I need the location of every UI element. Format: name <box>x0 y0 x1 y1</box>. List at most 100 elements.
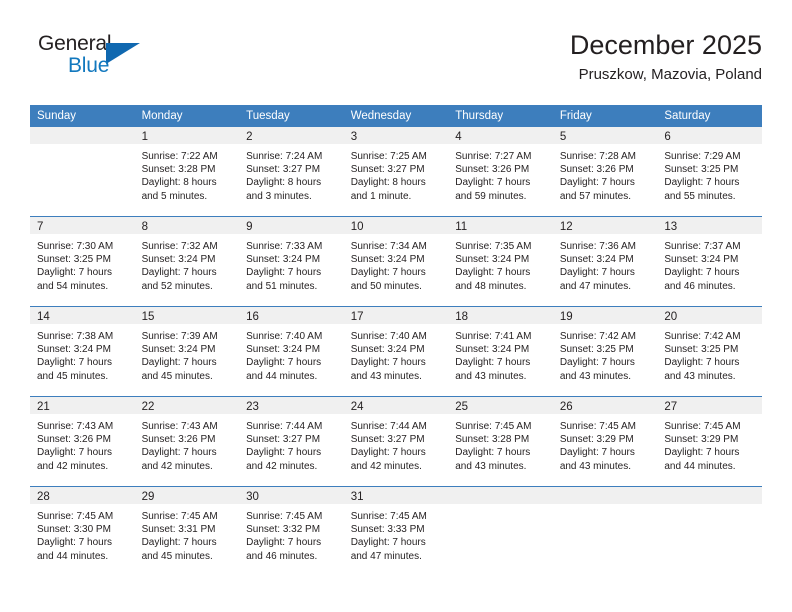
day-cell[interactable]: 4 Sunrise: 7:27 AM Sunset: 3:26 PM Dayli… <box>448 127 553 217</box>
day-details: Sunrise: 7:33 AM Sunset: 3:24 PM Dayligh… <box>239 234 344 293</box>
day-details: Sunrise: 7:27 AM Sunset: 3:26 PM Dayligh… <box>448 144 553 203</box>
day-details: Sunrise: 7:35 AM Sunset: 3:24 PM Dayligh… <box>448 234 553 293</box>
day-cell[interactable]: 24 Sunrise: 7:44 AM Sunset: 3:27 PM Dayl… <box>343 396 449 487</box>
day-cell[interactable]: 25 Sunrise: 7:45 AM Sunset: 3:28 PM Dayl… <box>448 396 553 487</box>
daylight-text-line2: and 43 minutes. <box>455 370 527 382</box>
sunrise-text: Sunrise: 7:24 AM <box>246 151 323 162</box>
weekday-header-thursday: Thursday <box>448 105 553 127</box>
daylight-text-line1: Daylight: 7 hours <box>141 357 217 369</box>
daylight-text-line2: and 45 minutes. <box>141 370 213 382</box>
day-cell[interactable]: 27 Sunrise: 7:45 AM Sunset: 3:29 PM Dayl… <box>657 396 762 487</box>
sunrise-text: Sunrise: 7:45 AM <box>350 511 427 522</box>
day-cell[interactable]: 5 Sunrise: 7:28 AM Sunset: 3:26 PM Dayli… <box>552 127 658 217</box>
day-number: 9 <box>239 217 344 234</box>
day-cell[interactable] <box>30 127 135 217</box>
day-number: 12 <box>552 217 658 234</box>
day-cell[interactable]: 16 Sunrise: 7:40 AM Sunset: 3:24 PM Dayl… <box>239 306 344 397</box>
daylight-text-line2: and 46 minutes. <box>664 280 736 292</box>
daylight-text-line1: Daylight: 7 hours <box>664 357 740 369</box>
logo-text-blue: Blue <box>68 54 110 77</box>
day-cell[interactable]: 10 Sunrise: 7:34 AM Sunset: 3:24 PM Dayl… <box>343 216 449 307</box>
day-details: Sunrise: 7:22 AM Sunset: 3:28 PM Dayligh… <box>135 144 240 203</box>
day-number <box>448 487 553 504</box>
day-number <box>657 487 762 504</box>
day-cell[interactable]: 6 Sunrise: 7:29 AM Sunset: 3:25 PM Dayli… <box>657 127 762 217</box>
day-number: 19 <box>552 307 658 324</box>
day-cell[interactable]: 28 Sunrise: 7:45 AM Sunset: 3:30 PM Dayl… <box>30 486 135 576</box>
sunrise-text: Sunrise: 7:40 AM <box>350 331 427 342</box>
day-cell[interactable]: 30 Sunrise: 7:45 AM Sunset: 3:32 PM Dayl… <box>239 486 344 576</box>
day-number: 11 <box>448 217 553 234</box>
day-number: 4 <box>448 127 553 144</box>
day-cell[interactable]: 20 Sunrise: 7:42 AM Sunset: 3:25 PM Dayl… <box>657 306 762 397</box>
day-number: 2 <box>239 127 344 144</box>
daylight-text-line1: Daylight: 8 hours <box>350 177 426 189</box>
daylight-text-line1: Daylight: 7 hours <box>559 447 635 459</box>
day-cell[interactable]: 26 Sunrise: 7:45 AM Sunset: 3:29 PM Dayl… <box>552 396 658 487</box>
day-cell[interactable]: 21 Sunrise: 7:43 AM Sunset: 3:26 PM Dayl… <box>30 396 135 487</box>
day-cell[interactable] <box>552 486 658 576</box>
day-details: Sunrise: 7:45 AM Sunset: 3:29 PM Dayligh… <box>553 414 658 473</box>
sunrise-text: Sunrise: 7:25 AM <box>350 151 427 162</box>
sunset-text: Sunset: 3:24 PM <box>455 254 530 266</box>
day-cell[interactable]: 14 Sunrise: 7:38 AM Sunset: 3:24 PM Dayl… <box>30 306 135 397</box>
day-number: 6 <box>657 127 762 144</box>
sunset-text: Sunset: 3:31 PM <box>141 524 216 536</box>
daylight-text-line1: Daylight: 8 hours <box>141 177 217 189</box>
daylight-text-line1: Daylight: 7 hours <box>455 177 531 189</box>
day-details: Sunrise: 7:42 AM Sunset: 3:25 PM Dayligh… <box>553 324 658 383</box>
daylight-text-line1: Daylight: 7 hours <box>455 267 531 279</box>
sunset-text: Sunset: 3:24 PM <box>455 344 530 356</box>
day-cell[interactable]: 17 Sunrise: 7:40 AM Sunset: 3:24 PM Dayl… <box>343 306 449 397</box>
sunrise-text: Sunrise: 7:44 AM <box>350 421 427 432</box>
sunset-text: Sunset: 3:24 PM <box>246 344 321 356</box>
day-cell[interactable]: 31 Sunrise: 7:45 AM Sunset: 3:33 PM Dayl… <box>343 486 449 576</box>
day-cell[interactable]: 13 Sunrise: 7:37 AM Sunset: 3:24 PM Dayl… <box>657 216 762 307</box>
daylight-text-line2: and 55 minutes. <box>664 190 736 202</box>
sunrise-text: Sunrise: 7:45 AM <box>455 421 532 432</box>
day-cell[interactable]: 19 Sunrise: 7:42 AM Sunset: 3:25 PM Dayl… <box>552 306 658 397</box>
day-details: Sunrise: 7:38 AM Sunset: 3:24 PM Dayligh… <box>30 324 135 383</box>
day-details: Sunrise: 7:28 AM Sunset: 3:26 PM Dayligh… <box>553 144 658 203</box>
sunrise-text: Sunrise: 7:42 AM <box>559 331 636 342</box>
sunrise-text: Sunrise: 7:40 AM <box>246 331 323 342</box>
sunset-text: Sunset: 3:27 PM <box>350 164 425 176</box>
day-number: 3 <box>343 127 449 144</box>
day-cell[interactable]: 11 Sunrise: 7:35 AM Sunset: 3:24 PM Dayl… <box>448 216 553 307</box>
page-header: General Blue December 2025 Pruszkow, Maz… <box>30 28 762 98</box>
sunrise-text: Sunrise: 7:45 AM <box>246 511 323 522</box>
day-cell[interactable]: 8 Sunrise: 7:32 AM Sunset: 3:24 PM Dayli… <box>134 216 240 307</box>
day-cell[interactable]: 1 Sunrise: 7:22 AM Sunset: 3:28 PM Dayli… <box>134 127 240 217</box>
day-cell[interactable]: 23 Sunrise: 7:44 AM Sunset: 3:27 PM Dayl… <box>239 396 344 487</box>
daylight-text-line2: and 44 minutes. <box>246 370 318 382</box>
page-title: December 2025 <box>569 30 762 60</box>
daylight-text-line2: and 42 minutes. <box>37 460 109 472</box>
sunrise-text: Sunrise: 7:45 AM <box>664 421 741 432</box>
day-details: Sunrise: 7:45 AM Sunset: 3:31 PM Dayligh… <box>135 504 240 563</box>
day-cell[interactable]: 2 Sunrise: 7:24 AM Sunset: 3:27 PM Dayli… <box>239 127 344 217</box>
day-number: 20 <box>657 307 762 324</box>
sunrise-text: Sunrise: 7:32 AM <box>141 241 218 252</box>
daylight-text-line1: Daylight: 7 hours <box>455 357 531 369</box>
daylight-text-line2: and 54 minutes. <box>37 280 109 292</box>
day-cell[interactable]: 7 Sunrise: 7:30 AM Sunset: 3:25 PM Dayli… <box>30 216 135 307</box>
calendar-grid: Sunday Monday Tuesday Wednesday Thursday… <box>30 105 762 576</box>
day-number: 29 <box>134 487 240 504</box>
daylight-text-line1: Daylight: 7 hours <box>664 177 740 189</box>
daylight-text-line2: and 47 minutes. <box>559 280 631 292</box>
day-cell[interactable] <box>657 486 762 576</box>
day-cell[interactable]: 18 Sunrise: 7:41 AM Sunset: 3:24 PM Dayl… <box>448 306 553 397</box>
day-cell[interactable]: 3 Sunrise: 7:25 AM Sunset: 3:27 PM Dayli… <box>343 127 449 217</box>
day-cell[interactable]: 22 Sunrise: 7:43 AM Sunset: 3:26 PM Dayl… <box>134 396 240 487</box>
day-cell[interactable]: 29 Sunrise: 7:45 AM Sunset: 3:31 PM Dayl… <box>134 486 240 576</box>
day-cell[interactable]: 15 Sunrise: 7:39 AM Sunset: 3:24 PM Dayl… <box>134 306 240 397</box>
day-details: Sunrise: 7:44 AM Sunset: 3:27 PM Dayligh… <box>344 414 449 473</box>
sunrise-text: Sunrise: 7:42 AM <box>664 331 741 342</box>
day-cell[interactable]: 9 Sunrise: 7:33 AM Sunset: 3:24 PM Dayli… <box>239 216 344 307</box>
day-details: Sunrise: 7:36 AM Sunset: 3:24 PM Dayligh… <box>553 234 658 293</box>
day-details: Sunrise: 7:34 AM Sunset: 3:24 PM Dayligh… <box>344 234 449 293</box>
day-details: Sunrise: 7:30 AM Sunset: 3:25 PM Dayligh… <box>30 234 135 293</box>
day-cell[interactable] <box>448 486 553 576</box>
sunset-text: Sunset: 3:24 PM <box>664 254 739 266</box>
day-cell[interactable]: 12 Sunrise: 7:36 AM Sunset: 3:24 PM Dayl… <box>552 216 658 307</box>
